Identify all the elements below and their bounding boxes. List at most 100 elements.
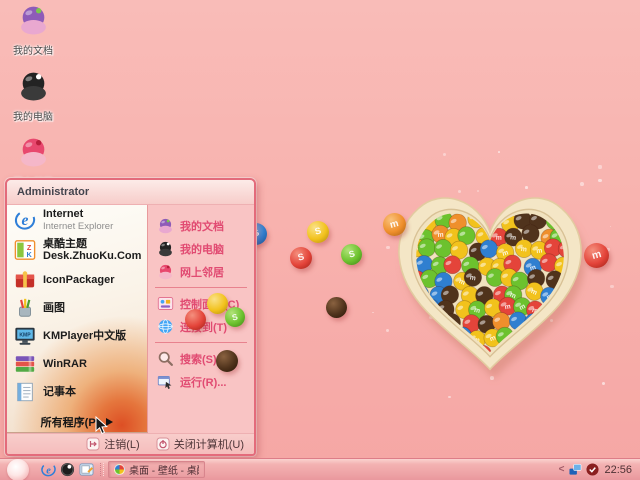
quick-launch-bar: e (41, 462, 94, 477)
start-menu-item-text: 桌酷主题Desk.ZhuoKu.Com (43, 238, 145, 263)
start-menu-item-label: 桌酷主题Desk.ZhuoKu.Com (43, 237, 142, 263)
start-menu-body: e Internet Internet Explorer Z K 桌酷主题Desk.Zhu… (7, 205, 254, 433)
media-player-icon (60, 462, 75, 477)
start-menu-item-notepad[interactable]: 记事本 (7, 378, 147, 406)
desktop-icon-label: 我的电脑 (13, 112, 53, 123)
svg-text:m: m (520, 246, 527, 254)
task-button-desktop-wallpaper[interactable]: 桌面 - 壁纸 - 桌酷... (108, 461, 205, 478)
start-menu-item-my-computer[interactable]: 我的电脑 (148, 237, 254, 260)
candy-decoration (326, 297, 347, 318)
start-menu-item-label: 我的文档 (180, 220, 224, 233)
start-menu-item-text: KMPlayer中文版 (43, 330, 126, 343)
candy-decoration (216, 350, 238, 372)
svg-text:m: m (416, 347, 423, 355)
start-menu-item-label: 运行(R)... (180, 376, 227, 389)
svg-text:m: m (566, 332, 573, 340)
show-desktop-icon (79, 462, 94, 477)
svg-text:m: m (504, 303, 511, 311)
tray-security-icon[interactable] (586, 463, 600, 476)
cupcake-my-computer-icon (17, 69, 50, 107)
start-menu-item-label: 网上邻居 (180, 266, 224, 279)
desktop-icon-my-documents[interactable]: 我的文档 (4, 3, 62, 57)
tray-network-icon[interactable] (569, 463, 582, 476)
log-off-icon (86, 437, 100, 451)
cake-purple-icon (157, 217, 174, 234)
quick-launch-media-player[interactable] (60, 462, 75, 477)
start-menu-bottom-bar: 注销(L) 关闭计算机(U) (7, 433, 254, 454)
start-menu-item-sublabel: Internet Explorer (43, 220, 114, 232)
svg-text:e: e (22, 212, 29, 229)
tray-collapse-chevron-icon[interactable]: < (559, 464, 565, 475)
start-menu-item-text: IconPackager (43, 274, 115, 287)
start-menu-item-winrar[interactable]: WinRAR (7, 350, 147, 378)
polka-dot (610, 284, 614, 288)
polka-dot (601, 381, 606, 386)
cupcake-my-documents-icon (17, 3, 50, 41)
start-menu-item-text: 记事本 (43, 386, 76, 399)
candy-decoration (185, 309, 206, 330)
shut-down-button[interactable]: 关闭计算机(U) (156, 436, 244, 452)
start-menu-item-my-documents[interactable]: 我的文档 (148, 214, 254, 237)
candy-decoration: m (383, 213, 406, 236)
svg-text:m: m (536, 247, 543, 255)
svg-text:m: m (496, 235, 502, 242)
start-button[interactable] (7, 458, 29, 480)
svg-text:e: e (46, 465, 51, 476)
cake-pink-icon (157, 263, 174, 280)
polka-dot (609, 225, 612, 228)
start-menu-separator (155, 342, 247, 343)
quick-launch-show-desktop[interactable] (79, 462, 94, 477)
start-menu-separator (155, 287, 247, 288)
start-menu-item-iconpackager[interactable]: IconPackager (7, 266, 147, 294)
desktop-icon-my-computer[interactable]: 我的电脑 (4, 69, 62, 123)
start-menu-item-text: Internet Internet Explorer (43, 208, 113, 232)
start-menu-item-network-places[interactable]: 网上邻居 (148, 260, 254, 283)
internet-explorer-icon: e (41, 462, 56, 477)
log-off-label: 注销(L) (104, 439, 140, 451)
kmplayer-icon: KMP (14, 325, 36, 347)
start-menu-item-search[interactable]: 搜索(S) (148, 347, 254, 370)
candy-decoration: S (307, 221, 329, 243)
cupcake-network-places-icon (17, 135, 50, 173)
log-off-button[interactable]: 注销(L) (86, 436, 140, 452)
desktop-icon-label: 我的文档 (13, 46, 53, 57)
start-menu-item-zhuoku-theme[interactable]: Z K 桌酷主题Desk.ZhuoKu.Com (7, 235, 147, 266)
candy-decoration: S (341, 244, 362, 265)
shut-down-icon (156, 437, 170, 451)
desktop: mmmmmmmmmmmmmmmmmmmmmmmmmmmmmmmm 我的文档我的电… (0, 0, 640, 480)
svg-text:K: K (26, 250, 32, 259)
start-menu-left-column: e Internet Internet Explorer Z K 桌酷主题Desk.Zhu… (7, 205, 148, 433)
start-menu-item-label: KMPlayer中文版 (43, 329, 127, 342)
start-menu-user-banner: Administrator (7, 180, 254, 205)
heart-candy-bowl-wallpaper: mmmmmmmmmmmmmmmmmmmmmmmmmmmmmmmm (398, 197, 586, 379)
start-menu-item-label: Internet (43, 208, 84, 220)
candy-decoration: m (584, 243, 609, 268)
svg-text:m: m (529, 348, 538, 357)
svg-text:m: m (469, 274, 476, 282)
start-menu-item-label: 记事本 (43, 385, 76, 398)
shut-down-label: 关闭计算机(U) (173, 439, 244, 451)
all-programs-arrow-icon (106, 417, 114, 426)
candy-decoration: S (225, 307, 245, 327)
polka-dot (448, 395, 451, 399)
taskbar-clock: 22:56 (604, 463, 632, 476)
start-menu-item-label: 我的电脑 (180, 243, 224, 256)
start-menu-item-label: WinRAR (43, 357, 87, 370)
quick-launch-internet-explorer[interactable]: e (41, 462, 56, 477)
start-menu: Administrator e Internet Internet Explorer… (5, 178, 256, 456)
candy-task-icon (114, 464, 125, 475)
start-menu-item-internet[interactable]: e Internet Internet Explorer (7, 205, 147, 235)
candy-decoration: S (290, 247, 312, 269)
start-menu-item-label: IconPackager (43, 273, 115, 286)
polka-dot (443, 152, 447, 156)
iconpackager-icon (14, 269, 36, 291)
svg-text:m: m (510, 234, 517, 242)
svg-text:m: m (438, 232, 444, 239)
zhuoku-theme-icon: ZK (14, 239, 36, 261)
start-menu-item-paint[interactable]: 画图 (7, 294, 147, 322)
task-button-label: 桌面 - 壁纸 - 桌酷... (129, 466, 199, 477)
run-icon (157, 373, 174, 390)
notepad-icon (14, 381, 36, 403)
start-menu-item-run[interactable]: 运行(R)... (148, 370, 254, 393)
start-menu-item-kmplayer[interactable]: KMP KMPlayer中文版 (7, 322, 147, 350)
